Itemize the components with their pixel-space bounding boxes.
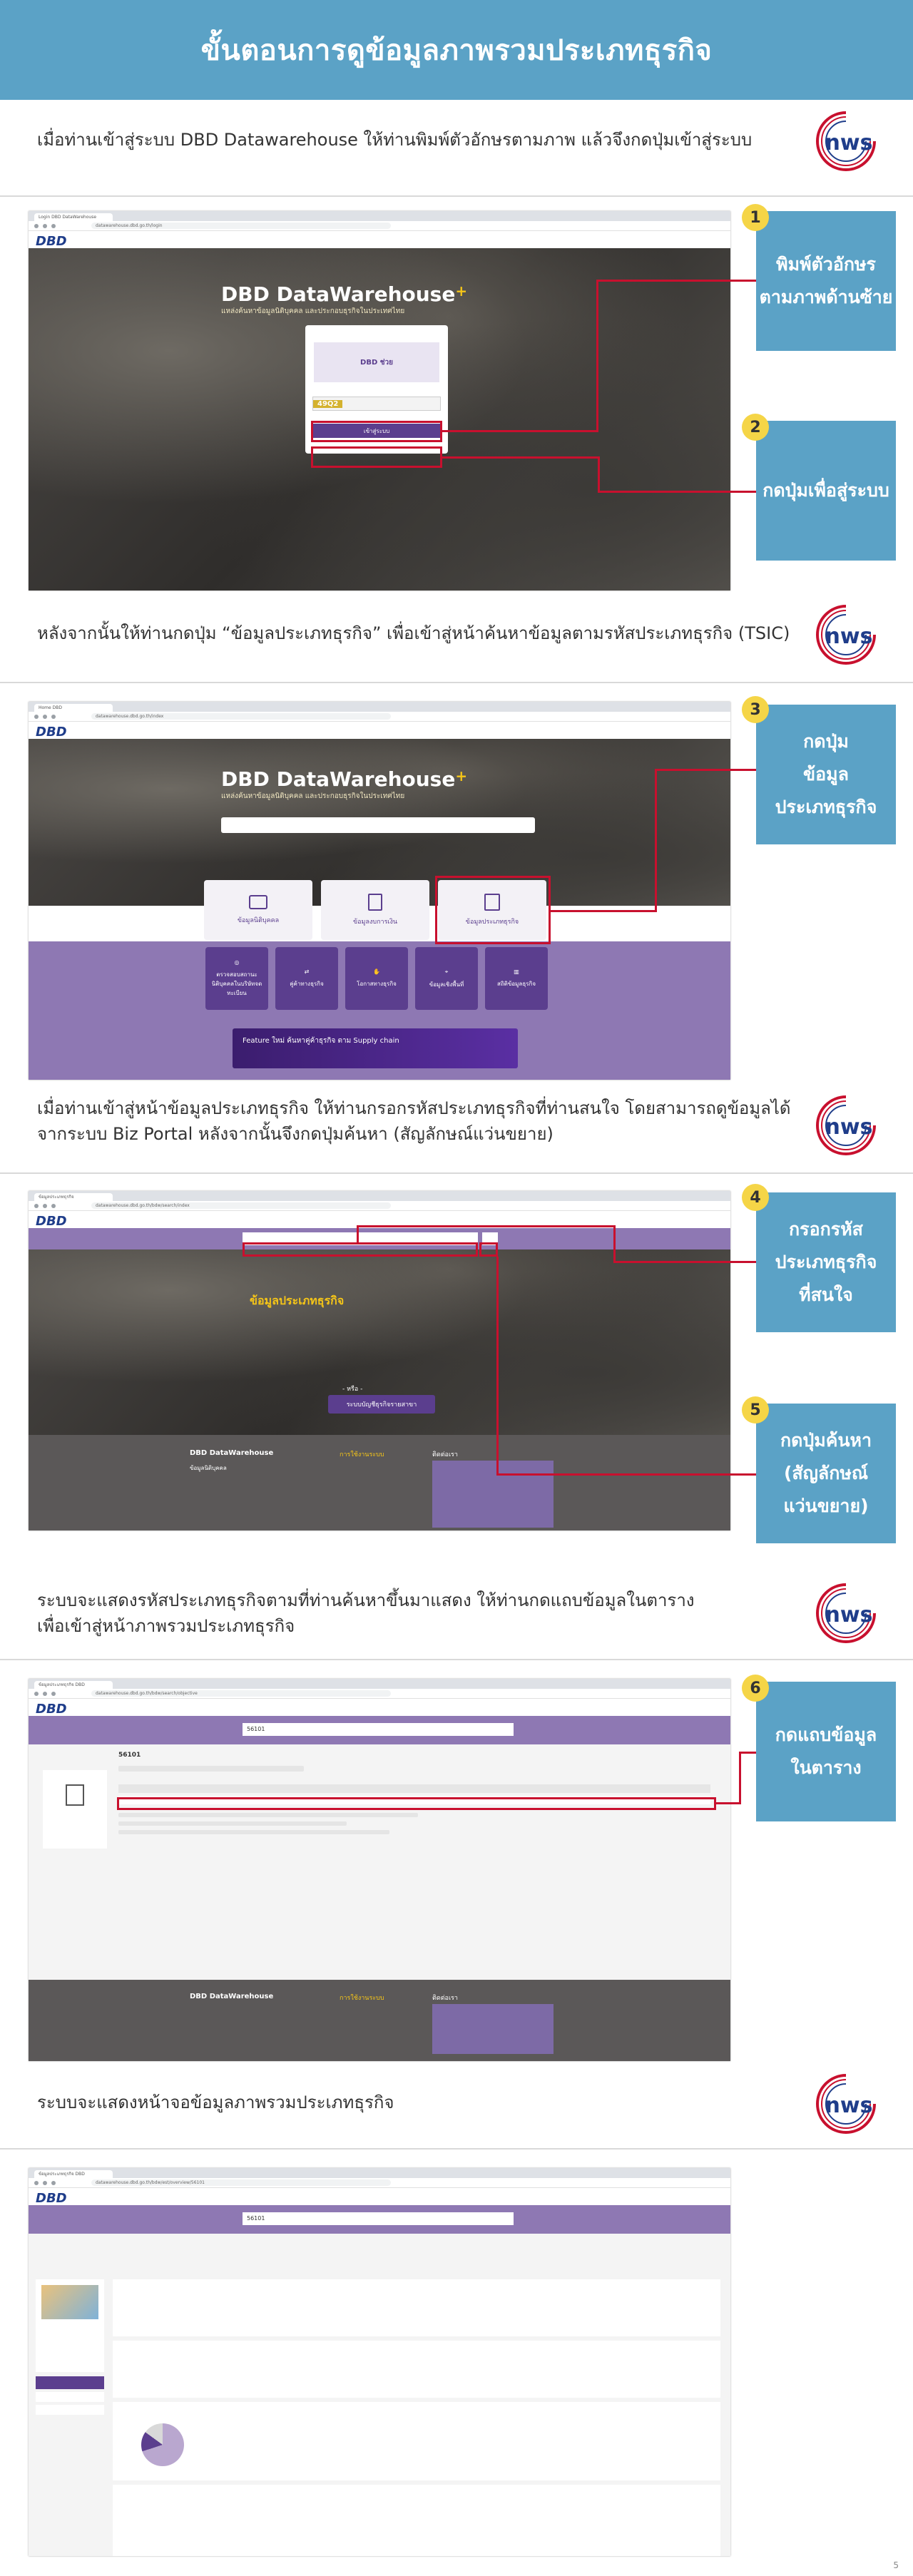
connector-4 xyxy=(613,1261,756,1263)
connector-6 xyxy=(716,1802,740,1804)
highlight-search-button xyxy=(479,1242,498,1257)
tile-5: ▥ สถิติข้อมูลธุรกิจ xyxy=(485,947,548,1010)
connector-5 xyxy=(496,1257,499,1475)
divider xyxy=(0,1659,913,1660)
nws-logo: nws xyxy=(812,1091,880,1160)
step-5-box: กดปุ่มค้นหา (สัญลักษณ์ แว่นขยาย) xyxy=(756,1404,896,1543)
screenshot-results: ข้อมูลประเภทธุรกิจ DBD datawarehouse.dbd… xyxy=(29,1679,730,2061)
step-1-box: พิมพ์ตัวอักษร ตามภาพด้านซ้าย xyxy=(756,211,896,351)
connector-2 xyxy=(442,456,599,459)
step-3-number: 3 xyxy=(742,696,769,723)
highlight-captcha xyxy=(311,421,442,442)
connector-4 xyxy=(613,1225,616,1262)
step-4-number: 4 xyxy=(742,1184,769,1211)
tile-4: ⌖ ข้อมูลเชิงพื้นที่ xyxy=(415,947,478,1010)
page-header: ขั้นตอนการดูข้อมูลภาพรวมประเภทธุรกิจ xyxy=(0,0,913,100)
connector-2 xyxy=(598,491,756,493)
step-5-number: 5 xyxy=(742,1396,769,1424)
divider xyxy=(0,195,913,197)
connector-5 xyxy=(496,1473,756,1476)
section-2-caption: หลังจากนั้นให้ท่านกดปุ่ม “ข้อมูลประเภทธุ… xyxy=(37,623,790,643)
step-2-number: 2 xyxy=(742,414,769,441)
nws-logo: nws xyxy=(812,600,880,669)
screenshot-login: Login DBD DataWarehouse datawarehouse.db… xyxy=(29,211,730,591)
connector-6 xyxy=(739,1752,756,1754)
nws-logo: nws xyxy=(812,1579,880,1647)
step-6-number: 6 xyxy=(742,1675,769,1702)
highlight-search-input xyxy=(243,1242,478,1257)
connector-1 xyxy=(596,280,756,282)
section-1-caption: เมื่อท่านเข้าสู่ระบบ DBD Datawarehouse ใ… xyxy=(37,130,753,150)
screenshot-home: Home DBD datawarehouse.dbd.go.th/index D… xyxy=(29,702,730,1080)
connector-2 xyxy=(598,456,600,492)
card-juristic: ข้อมูลนิติบุคคล xyxy=(204,880,312,940)
section-3-caption: เมื่อท่านเข้าสู่หน้าข้อมูลประเภทธุรกิจ ใ… xyxy=(37,1098,791,1144)
screenshot-overview: ข้อมูลประเภทธุรกิจ DBD datawarehouse.dbd… xyxy=(29,2168,730,2556)
tile-3: ✋ โอกาสทางธุรกิจ xyxy=(345,947,408,1010)
connector-4 xyxy=(357,1225,359,1244)
connector-3 xyxy=(551,910,656,912)
tile-2: ⇄ คู่ค้าทางธุรกิจ xyxy=(275,947,338,1010)
svg-text:nws: nws xyxy=(825,2093,873,2118)
page-number: 5 xyxy=(893,2560,899,2570)
highlight-business-type xyxy=(435,876,551,944)
divider xyxy=(0,2148,913,2150)
connector-1 xyxy=(442,430,598,432)
step-6-box: กดแถบข้อมูล ในตาราง xyxy=(756,1682,896,1821)
step-2-box: กดปุ่มเพื่อสู่ระบบ xyxy=(756,421,896,561)
section-4-caption: ระบบจะแสดงรหัสประเภทธุรกิจตามที่ท่านค้นห… xyxy=(37,1590,695,1636)
divider xyxy=(0,1172,913,1174)
connector-6 xyxy=(739,1752,741,1804)
svg-text:nws: nws xyxy=(825,131,873,155)
page-title: ขั้นตอนการดูข้อมูลภาพรวมประเภทธุรกิจ xyxy=(200,34,713,67)
connector-4 xyxy=(357,1225,615,1227)
svg-text:nws: nws xyxy=(825,1603,873,1627)
highlight-result-row xyxy=(117,1797,716,1810)
step-1-number: 1 xyxy=(742,204,769,231)
section-5-caption: ระบบจะแสดงหน้าจอข้อมูลภาพรวมประเภทธุรกิจ xyxy=(37,2092,394,2112)
connector-1 xyxy=(596,280,598,432)
divider xyxy=(0,682,913,683)
step-4-box: กรอกรหัส ประเภทธุรกิจ ที่สนใจ xyxy=(756,1192,896,1332)
card-financial: ข้อมูลงบการเงิน xyxy=(321,880,429,940)
nws-logo: nws xyxy=(812,2070,880,2138)
nws-logo: nws xyxy=(812,107,880,175)
tile-1: ◎ ตรวจสอบสถานะนิติบุคคลในบริษัทจดทะเบียน xyxy=(205,947,268,1010)
connector-3 xyxy=(655,769,756,771)
step-3-box: กดปุ่ม ข้อมูล ประเภทธุรกิจ xyxy=(756,705,896,844)
svg-text:nws: nws xyxy=(825,624,873,649)
svg-text:nws: nws xyxy=(825,1115,873,1140)
highlight-login-button xyxy=(311,446,442,468)
connector-3 xyxy=(655,769,657,912)
